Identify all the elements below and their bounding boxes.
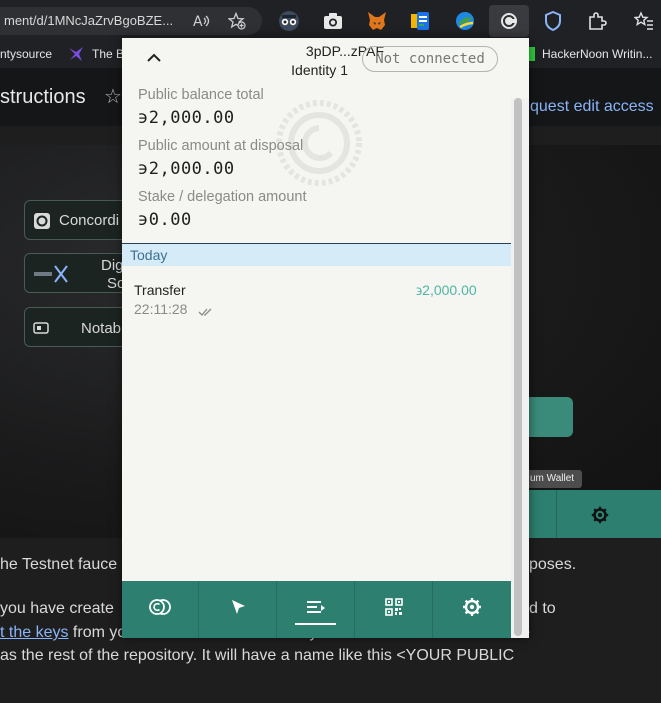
balance-value: ϶2,000.00 (138, 159, 235, 179)
star-icon[interactable]: ☆ (104, 84, 122, 109)
date-section-label: Today (130, 247, 168, 263)
address-bar[interactable]: ment/d/1MNcJaZrvBgoBZE... A (0, 7, 262, 35)
transaction-time: 22:11:28 (134, 301, 188, 317)
nav-transactions[interactable] (277, 581, 355, 638)
active-tab-indicator (295, 623, 336, 625)
scrollbar-thumb[interactable] (514, 98, 522, 636)
balance-label: Public amount at disposal (138, 138, 304, 154)
slide-wallet-nav (510, 490, 661, 538)
metamask-fox-icon[interactable] (366, 10, 388, 32)
bookmark-favicon-icon[interactable] (529, 47, 535, 61)
nav-send[interactable] (199, 581, 277, 638)
date-section-header: Today (122, 244, 511, 266)
doc-text-line: as the rest of the repository. It will h… (0, 647, 514, 665)
bookmark-item[interactable]: The B (92, 47, 124, 61)
shield-icon[interactable] (542, 10, 564, 32)
doc-text-line: you have create (0, 600, 114, 617)
read-aloud-icon[interactable]: A (192, 12, 210, 30)
svg-text:A: A (193, 14, 203, 30)
ccd-coins-icon (148, 598, 172, 621)
divider (556, 490, 557, 538)
doc-text-line: he Testnet fauce (0, 556, 118, 573)
bookmark-item[interactable]: HackerNoon Writin... (542, 47, 652, 61)
cursor-send-icon (229, 598, 247, 621)
concordium-wallet-extension-icon[interactable] (489, 5, 529, 37)
extension-tooltip: um Wallet (522, 470, 583, 488)
transaction-row[interactable]: Transfer ϶2,000.00 22:11:28 (122, 278, 511, 320)
balance-value: ϶0.00 (138, 210, 192, 230)
doc-text-fragment: as the rest of the repository. It will h… (0, 647, 515, 664)
document-title[interactable]: structions (0, 86, 86, 109)
add-favorite-icon[interactable] (227, 11, 246, 30)
slide-gear-icon (591, 506, 609, 529)
concordium-card[interactable]: Concordi (24, 200, 134, 240)
nav-accounts[interactable] (122, 581, 199, 638)
notabene-logo-icon (33, 321, 49, 340)
nav-receive[interactable] (355, 581, 433, 638)
office-extension-icon[interactable] (409, 10, 431, 32)
camera-icon[interactable] (322, 10, 344, 32)
nav-settings[interactable] (433, 581, 511, 638)
balance-label: Stake / delegation amount (138, 189, 307, 205)
browser-toolbar: ment/d/1MNcJaZrvBgoBZE... A (0, 0, 661, 40)
notabene-card[interactable]: Notab (24, 307, 134, 347)
card-label: Dig (101, 257, 124, 274)
card-label: Notab (81, 320, 122, 337)
doc-text-line: poses. (529, 556, 577, 573)
identity-name[interactable]: Identity 1 (254, 62, 348, 78)
bookmark-item[interactable]: ntysource (0, 47, 52, 61)
wallet-bottom-nav (122, 581, 511, 638)
globe-extension-icon[interactable] (454, 10, 476, 32)
double-check-icon (198, 304, 214, 316)
wallet-header: 3pDP...zPAF Identity 1 Not connected (122, 38, 529, 80)
connection-status-badge[interactable]: Not connected (362, 46, 498, 72)
transaction-type: Transfer (134, 282, 186, 298)
transaction-amount: ϶2,000.00 (416, 282, 477, 298)
favorites-icon[interactable] (633, 10, 655, 32)
concordium-logo-icon (33, 212, 51, 235)
address-text[interactable]: ment/d/1MNcJaZrvBgoBZE... (4, 13, 173, 28)
digital-trust-logo-icon (33, 264, 69, 289)
card-label: Concordi (59, 212, 120, 229)
export-keys-link[interactable]: t the keys (0, 624, 68, 641)
qr-code-icon (384, 598, 403, 621)
balance-label: Public balance total (138, 87, 264, 103)
chevron-up-icon[interactable] (144, 48, 164, 68)
spy-extension-icon[interactable] (278, 10, 300, 32)
request-edit-access-link[interactable]: quest edit access (530, 98, 654, 116)
extensions-puzzle-icon[interactable] (586, 10, 608, 32)
gear-icon (462, 597, 482, 622)
bookmark-logo-icon[interactable] (68, 46, 84, 67)
digital-solutions-card[interactable]: Dig Solutio (24, 253, 153, 293)
wallet-popup: 3pDP...zPAF Identity 1 Not connected Pub… (122, 38, 529, 638)
transaction-list-icon (306, 600, 326, 619)
doc-text-line: d to (529, 600, 556, 617)
balance-value: ϶2,000.00 (138, 108, 235, 128)
